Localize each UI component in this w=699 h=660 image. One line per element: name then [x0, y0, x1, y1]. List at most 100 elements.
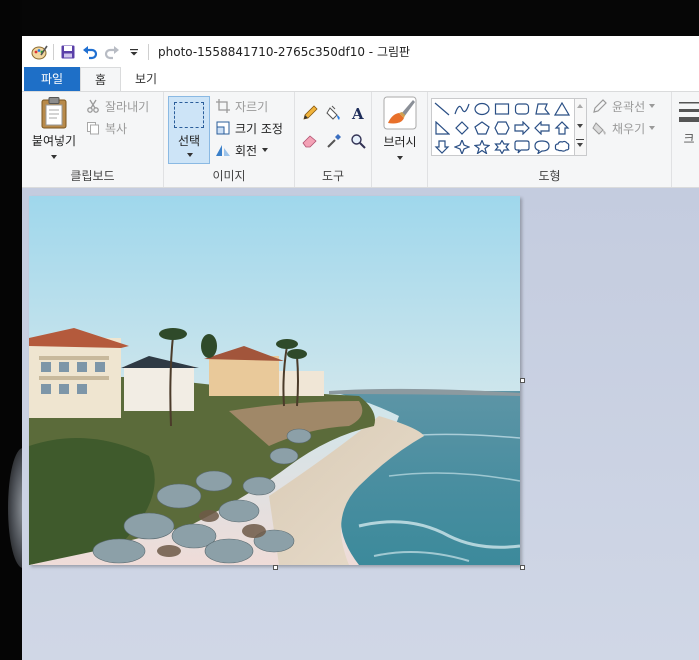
outline-button[interactable]: 윤곽선: [591, 96, 656, 116]
pentagon-shape-icon[interactable]: [472, 118, 492, 137]
paint-window: photo-1558841710-2765c350df10 - 그림판 파일 홈…: [22, 36, 699, 660]
desktop-background-top: [0, 0, 699, 36]
redo-icon[interactable]: [101, 41, 123, 63]
tab-view[interactable]: 보기: [125, 67, 167, 91]
beach-photo: [29, 196, 520, 565]
hexagon-shape-icon[interactable]: [492, 118, 512, 137]
undo-icon[interactable]: [79, 41, 101, 63]
tools-group-label: 도구: [321, 169, 345, 183]
shapes-scrollbar[interactable]: [575, 98, 587, 156]
paste-dropdown-icon[interactable]: [51, 155, 57, 159]
outline-icon: [591, 97, 609, 115]
resize-handle-bottom[interactable]: [273, 565, 278, 570]
resize-label: 크기 조정: [235, 121, 283, 136]
eraser-icon[interactable]: [299, 130, 321, 152]
select-button[interactable]: 선택: [168, 96, 210, 164]
tools-group: A 도구: [295, 92, 372, 187]
magnifier-icon[interactable]: [347, 130, 369, 152]
triangle-shape-icon[interactable]: [552, 99, 572, 118]
shapes-gallery: [431, 98, 575, 156]
size-button[interactable]: 크: [678, 100, 699, 147]
cut-label: 잘라내기: [105, 99, 150, 114]
five-point-star-shape-icon[interactable]: [472, 137, 492, 156]
four-point-star-shape-icon[interactable]: [452, 137, 472, 156]
customize-dropdown-icon[interactable]: [123, 41, 145, 63]
clipboard-group-label: 클립보드: [70, 169, 115, 183]
up-arrow-shape-icon[interactable]: [552, 118, 572, 137]
fill-label: 채우기: [612, 121, 646, 136]
quick-access-separator: [53, 43, 54, 60]
left-arrow-shape-icon[interactable]: [532, 118, 552, 137]
ribbon: 붙여넣기 잘라내기 복사 클립보드 선택 자르기 크기 조정 회전 이미지 A …: [22, 91, 699, 188]
right-arrow-shape-icon[interactable]: [512, 118, 532, 137]
cut-button[interactable]: 잘라내기: [84, 96, 149, 116]
rectangle-shape-icon[interactable]: [492, 99, 512, 118]
curve-shape-icon[interactable]: [452, 99, 472, 118]
rotate-dropdown-icon[interactable]: [262, 148, 269, 152]
polygon-shape-icon[interactable]: [532, 99, 552, 118]
brush-icon: [383, 96, 417, 130]
canvas-image[interactable]: [29, 196, 520, 565]
resize-handle-corner[interactable]: [520, 565, 525, 570]
scroll-up-icon[interactable]: [577, 104, 583, 108]
window-title: photo-1558841710-2765c350df10 - 그림판: [158, 45, 411, 59]
cloud-callout-shape-icon[interactable]: [552, 137, 572, 156]
shapes-group: 윤곽선 채우기 도형: [428, 92, 672, 187]
copy-label: 복사: [105, 121, 128, 136]
fill-icon[interactable]: [323, 102, 345, 124]
brushes-dropdown-icon[interactable]: [397, 156, 403, 160]
clipboard-group: 붙여넣기 잘라내기 복사 클립보드: [22, 92, 164, 187]
quick-access-toolbar: [22, 36, 152, 67]
fill-dropdown-icon[interactable]: [649, 126, 656, 130]
crop-button[interactable]: 자르기: [214, 96, 268, 116]
rotate-icon: [214, 141, 232, 159]
size-group: 크: [672, 92, 699, 187]
brushes-group: 브러시: [372, 92, 428, 187]
pencil-icon[interactable]: [299, 102, 321, 124]
diamond-shape-icon[interactable]: [452, 118, 472, 137]
copy-button[interactable]: 복사: [84, 118, 127, 138]
quick-access-separator: [148, 43, 149, 60]
rounded-callout-shape-icon[interactable]: [512, 137, 532, 156]
outline-dropdown-icon[interactable]: [649, 104, 656, 108]
paste-button[interactable]: 붙여넣기: [28, 96, 80, 159]
fill-button[interactable]: 채우기: [591, 118, 656, 138]
save-icon[interactable]: [57, 41, 79, 63]
resize-handle-right[interactable]: [520, 378, 525, 383]
tab-home[interactable]: 홈: [80, 67, 121, 92]
resize-button[interactable]: 크기 조정: [214, 118, 283, 138]
scroll-down-icon[interactable]: [577, 124, 583, 128]
tab-file[interactable]: 파일: [24, 67, 80, 91]
line-shape-icon[interactable]: [432, 99, 452, 118]
line-size-icon: [679, 102, 699, 122]
select-dropdown-icon[interactable]: [187, 153, 193, 157]
oval-callout-shape-icon[interactable]: [532, 137, 552, 156]
brushes-button[interactable]: 브러시: [376, 96, 424, 160]
outline-label: 윤곽선: [612, 99, 646, 114]
size-label: 크: [683, 132, 695, 146]
paint-app-icon[interactable]: [28, 41, 50, 63]
right-triangle-shape-icon[interactable]: [432, 118, 452, 137]
image-group-label: 이미지: [212, 169, 246, 183]
image-group: 선택 자르기 크기 조정 회전 이미지: [164, 92, 295, 187]
shapes-group-label: 도형: [538, 169, 561, 183]
down-arrow-shape-icon[interactable]: [432, 137, 452, 156]
resize-icon: [214, 119, 232, 137]
select-label: 선택: [177, 134, 201, 148]
text-icon[interactable]: A: [347, 102, 369, 124]
paste-icon: [41, 97, 67, 129]
rotate-button[interactable]: 회전: [214, 140, 269, 160]
oval-shape-icon[interactable]: [472, 99, 492, 118]
canvas-area[interactable]: [22, 188, 699, 660]
scissors-icon: [84, 97, 102, 115]
brushes-label: 브러시: [383, 135, 417, 149]
svg-text:A: A: [351, 105, 364, 121]
color-picker-icon[interactable]: [323, 130, 345, 152]
crop-icon: [214, 97, 232, 115]
six-point-star-shape-icon[interactable]: [492, 137, 512, 156]
shape-fill-icon: [591, 119, 609, 137]
gallery-expand-icon[interactable]: [577, 143, 583, 147]
rotate-label: 회전: [235, 143, 258, 158]
paste-label: 붙여넣기: [31, 134, 77, 148]
rounded-rectangle-shape-icon[interactable]: [512, 99, 532, 118]
